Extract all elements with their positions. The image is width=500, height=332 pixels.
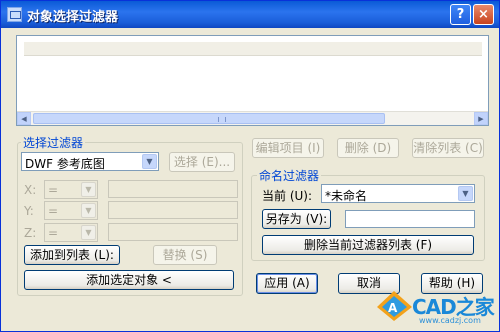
z-operator-select[interactable]: = ▼ bbox=[44, 223, 98, 242]
list-header bbox=[24, 42, 482, 56]
scroll-right-icon[interactable]: ▶ bbox=[474, 112, 488, 125]
filter-type-select[interactable]: DWF 参考底图 ▼ bbox=[21, 152, 159, 171]
app-icon bbox=[7, 7, 22, 22]
save-as-button[interactable]: 另存为 (V): bbox=[262, 209, 331, 229]
scroll-thumb[interactable] bbox=[33, 113, 385, 124]
scroll-left-icon[interactable]: ◀ bbox=[17, 112, 31, 125]
clear-list-button[interactable]: 清除列表 (C) bbox=[412, 138, 484, 158]
window-title: 对象选择过滤器 bbox=[27, 10, 119, 25]
help-icon[interactable]: ? bbox=[450, 4, 471, 25]
cad-logo-icon: A bbox=[377, 291, 412, 321]
x-operator-select[interactable]: = ▼ bbox=[44, 180, 98, 199]
y-operator-select[interactable]: = ▼ bbox=[44, 201, 98, 220]
svg-text:A: A bbox=[388, 301, 398, 315]
select-button[interactable]: 选择 (E)... bbox=[169, 152, 235, 172]
y-value-field[interactable] bbox=[108, 201, 238, 219]
close-icon[interactable]: × bbox=[473, 4, 494, 25]
chevron-down-icon: ▼ bbox=[458, 186, 473, 201]
watermark-url: www.cadzj.com bbox=[419, 316, 481, 325]
current-label: 当前 (U): bbox=[262, 189, 313, 203]
selection-filter-title: 选择过滤器 bbox=[21, 134, 86, 151]
delete-button[interactable]: 删除 (D) bbox=[337, 138, 399, 158]
add-selected-object-button[interactable]: 添加选定对象 < bbox=[24, 270, 234, 290]
chevron-down-icon: ▼ bbox=[142, 154, 157, 169]
delete-current-filter-button[interactable]: 删除当前过滤器列表 (F) bbox=[262, 235, 474, 255]
title-bar[interactable]: 对象选择过滤器 ? × bbox=[1, 1, 499, 28]
horizontal-scrollbar[interactable]: ◀ ▶ bbox=[17, 111, 488, 125]
apply-button[interactable]: 应用 (A) bbox=[256, 273, 318, 294]
filter-list[interactable]: ◀ ▶ bbox=[16, 35, 489, 126]
filter-dialog: 对象选择过滤器 ? × ◀ ▶ 选择过滤器 DWF 参考底图 ▼ 选择 (E).… bbox=[0, 0, 500, 332]
save-as-field[interactable] bbox=[345, 210, 475, 228]
current-filter-select[interactable]: *未命名 ▼ bbox=[321, 184, 475, 203]
y-label: Y: bbox=[24, 204, 34, 218]
x-label: X: bbox=[24, 183, 37, 197]
edit-item-button[interactable]: 编辑项目 (I) bbox=[252, 138, 324, 158]
z-value-field[interactable] bbox=[108, 223, 238, 241]
z-label: Z: bbox=[24, 226, 37, 240]
add-to-list-button[interactable]: 添加到列表 (L): bbox=[24, 245, 120, 265]
named-filters-title: 命名过滤器 bbox=[257, 167, 322, 184]
x-value-field[interactable] bbox=[108, 180, 238, 198]
substitute-button[interactable]: 替换 (S) bbox=[153, 245, 217, 265]
